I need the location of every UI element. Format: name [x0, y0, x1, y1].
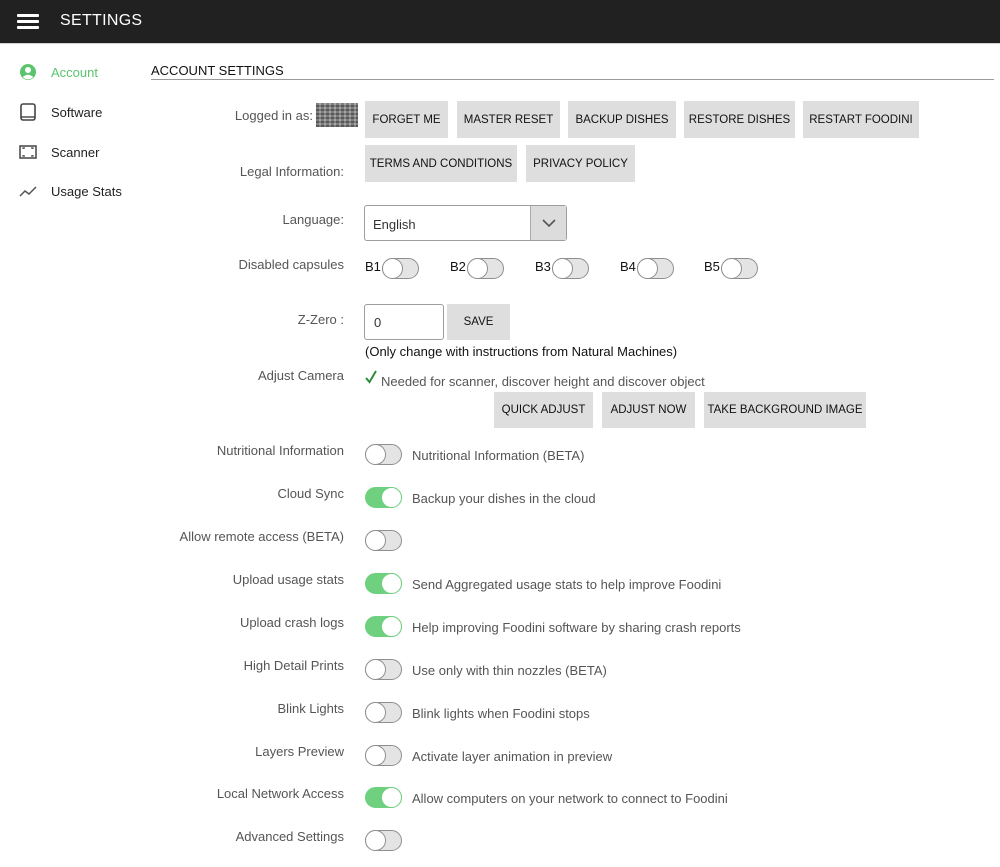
scanner-icon	[19, 145, 37, 159]
blink-lights-toggle[interactable]	[365, 702, 402, 723]
advanced-settings-label: Advanced Settings	[235, 829, 344, 844]
advanced-settings-toggle[interactable]	[365, 830, 402, 851]
backup-dishes-button[interactable]: BACKUP DISHES	[568, 101, 676, 138]
z-zero-save-button[interactable]: SAVE	[447, 304, 510, 340]
nutritional-information-toggle[interactable]	[365, 444, 402, 465]
capsule-b4-label: B4	[620, 259, 636, 274]
sidebar-item-software[interactable]: Software	[0, 99, 140, 127]
high-detail-prints-description: Use only with thin nozzles (BETA)	[412, 663, 607, 678]
adjust-now-button[interactable]: ADJUST NOW	[602, 392, 695, 428]
upload-crash-logs-description: Help improving Foodini software by shari…	[412, 620, 741, 635]
capsule-b4-toggle[interactable]	[637, 258, 674, 279]
allow-remote-access-label: Allow remote access (BETA)	[179, 529, 344, 544]
upload-usage-stats-description: Send Aggregated usage stats to help impr…	[412, 577, 722, 592]
capsule-b1-toggle[interactable]	[382, 258, 419, 279]
z-zero-note: (Only change with instructions from Natu…	[365, 344, 678, 359]
upload-usage-stats-label: Upload usage stats	[232, 572, 344, 587]
nutritional-information-description: Nutritional Information (BETA)	[412, 448, 585, 463]
page-title: SETTINGS	[60, 12, 143, 29]
logged-in-label: Logged in as:	[234, 108, 313, 123]
language-select[interactable]: English	[364, 205, 567, 241]
top-app-bar: SETTINGS	[0, 0, 1000, 44]
account-circle-icon	[20, 64, 36, 80]
section-title: ACCOUNT SETTINGS	[151, 63, 284, 78]
upload-usage-stats-toggle[interactable]	[365, 573, 402, 594]
capsule-b5-label: B5	[704, 259, 720, 274]
chevron-down-icon	[542, 219, 556, 228]
restart-foodini-button[interactable]: RESTART FOODINI	[803, 101, 919, 138]
privacy-policy-button[interactable]: PRIVACY POLICY	[526, 145, 635, 182]
sidebar-item-label: Scanner	[51, 145, 100, 160]
local-network-access-toggle[interactable]	[365, 787, 402, 808]
master-reset-button[interactable]: MASTER RESET	[457, 101, 560, 138]
camera-status-text: Needed for scanner, discover height and …	[381, 374, 705, 389]
sidebar-item-usage-stats[interactable]: Usage Stats	[0, 178, 140, 206]
local-network-access-label: Local Network Access	[216, 786, 344, 801]
capsule-b5-toggle[interactable]	[721, 258, 758, 279]
upload-crash-logs-toggle[interactable]	[365, 616, 402, 637]
menu-icon[interactable]	[17, 13, 39, 30]
take-background-image-button[interactable]: TAKE BACKGROUND IMAGE	[704, 392, 866, 428]
legal-information-label: Legal Information:	[239, 164, 344, 179]
trending-line-icon	[19, 186, 37, 197]
z-zero-input[interactable]	[364, 304, 444, 340]
section-divider	[151, 79, 994, 80]
capsule-b2-label: B2	[450, 259, 466, 274]
checkmark-icon	[365, 370, 377, 384]
sidebar-item-account[interactable]: Account	[0, 59, 140, 87]
cloud-sync-description: Backup your dishes in the cloud	[412, 491, 596, 506]
tablet-icon	[20, 103, 36, 121]
upload-crash-logs-label: Upload crash logs	[239, 615, 344, 630]
language-selected-value: English	[373, 217, 416, 232]
capsule-b3-toggle[interactable]	[552, 258, 589, 279]
forget-me-button[interactable]: FORGET ME	[365, 101, 448, 138]
capsule-b3-label: B3	[535, 259, 551, 274]
disabled-capsules-label: Disabled capsules	[238, 257, 344, 272]
sidebar-item-scanner[interactable]: Scanner	[0, 139, 140, 167]
high-detail-prints-label: High Detail Prints	[243, 658, 344, 673]
capsule-b1-label: B1	[365, 259, 381, 274]
sidebar-item-label: Software	[51, 105, 103, 120]
cloud-sync-toggle[interactable]	[365, 487, 402, 508]
language-label: Language:	[282, 212, 344, 227]
username-redacted-image	[316, 103, 358, 127]
capsule-b2-toggle[interactable]	[467, 258, 504, 279]
blink-lights-label: Blink Lights	[277, 701, 344, 716]
layers-preview-label: Layers Preview	[255, 744, 344, 759]
nutritional-information-label: Nutritional Information	[216, 443, 344, 458]
blink-lights-description: Blink lights when Foodini stops	[412, 706, 590, 721]
sidebar-item-label: Usage Stats	[51, 184, 122, 199]
layers-preview-description: Activate layer animation in preview	[412, 749, 613, 764]
sidebar-item-label: Account	[51, 65, 98, 80]
allow-remote-access-toggle[interactable]	[365, 530, 402, 551]
z-zero-label: Z-Zero :	[297, 312, 344, 327]
high-detail-prints-toggle[interactable]	[365, 659, 402, 680]
cloud-sync-label: Cloud Sync	[277, 486, 344, 501]
adjust-camera-label: Adjust Camera	[258, 368, 344, 383]
quick-adjust-button[interactable]: QUICK ADJUST	[494, 392, 593, 428]
language-dropdown-toggle[interactable]	[530, 206, 566, 240]
local-network-access-description: Allow computers on your network to conne…	[412, 791, 728, 806]
terms-and-conditions-button[interactable]: TERMS AND CONDITIONS	[365, 145, 517, 182]
layers-preview-toggle[interactable]	[365, 745, 402, 766]
restore-dishes-button[interactable]: RESTORE DISHES	[684, 101, 795, 138]
